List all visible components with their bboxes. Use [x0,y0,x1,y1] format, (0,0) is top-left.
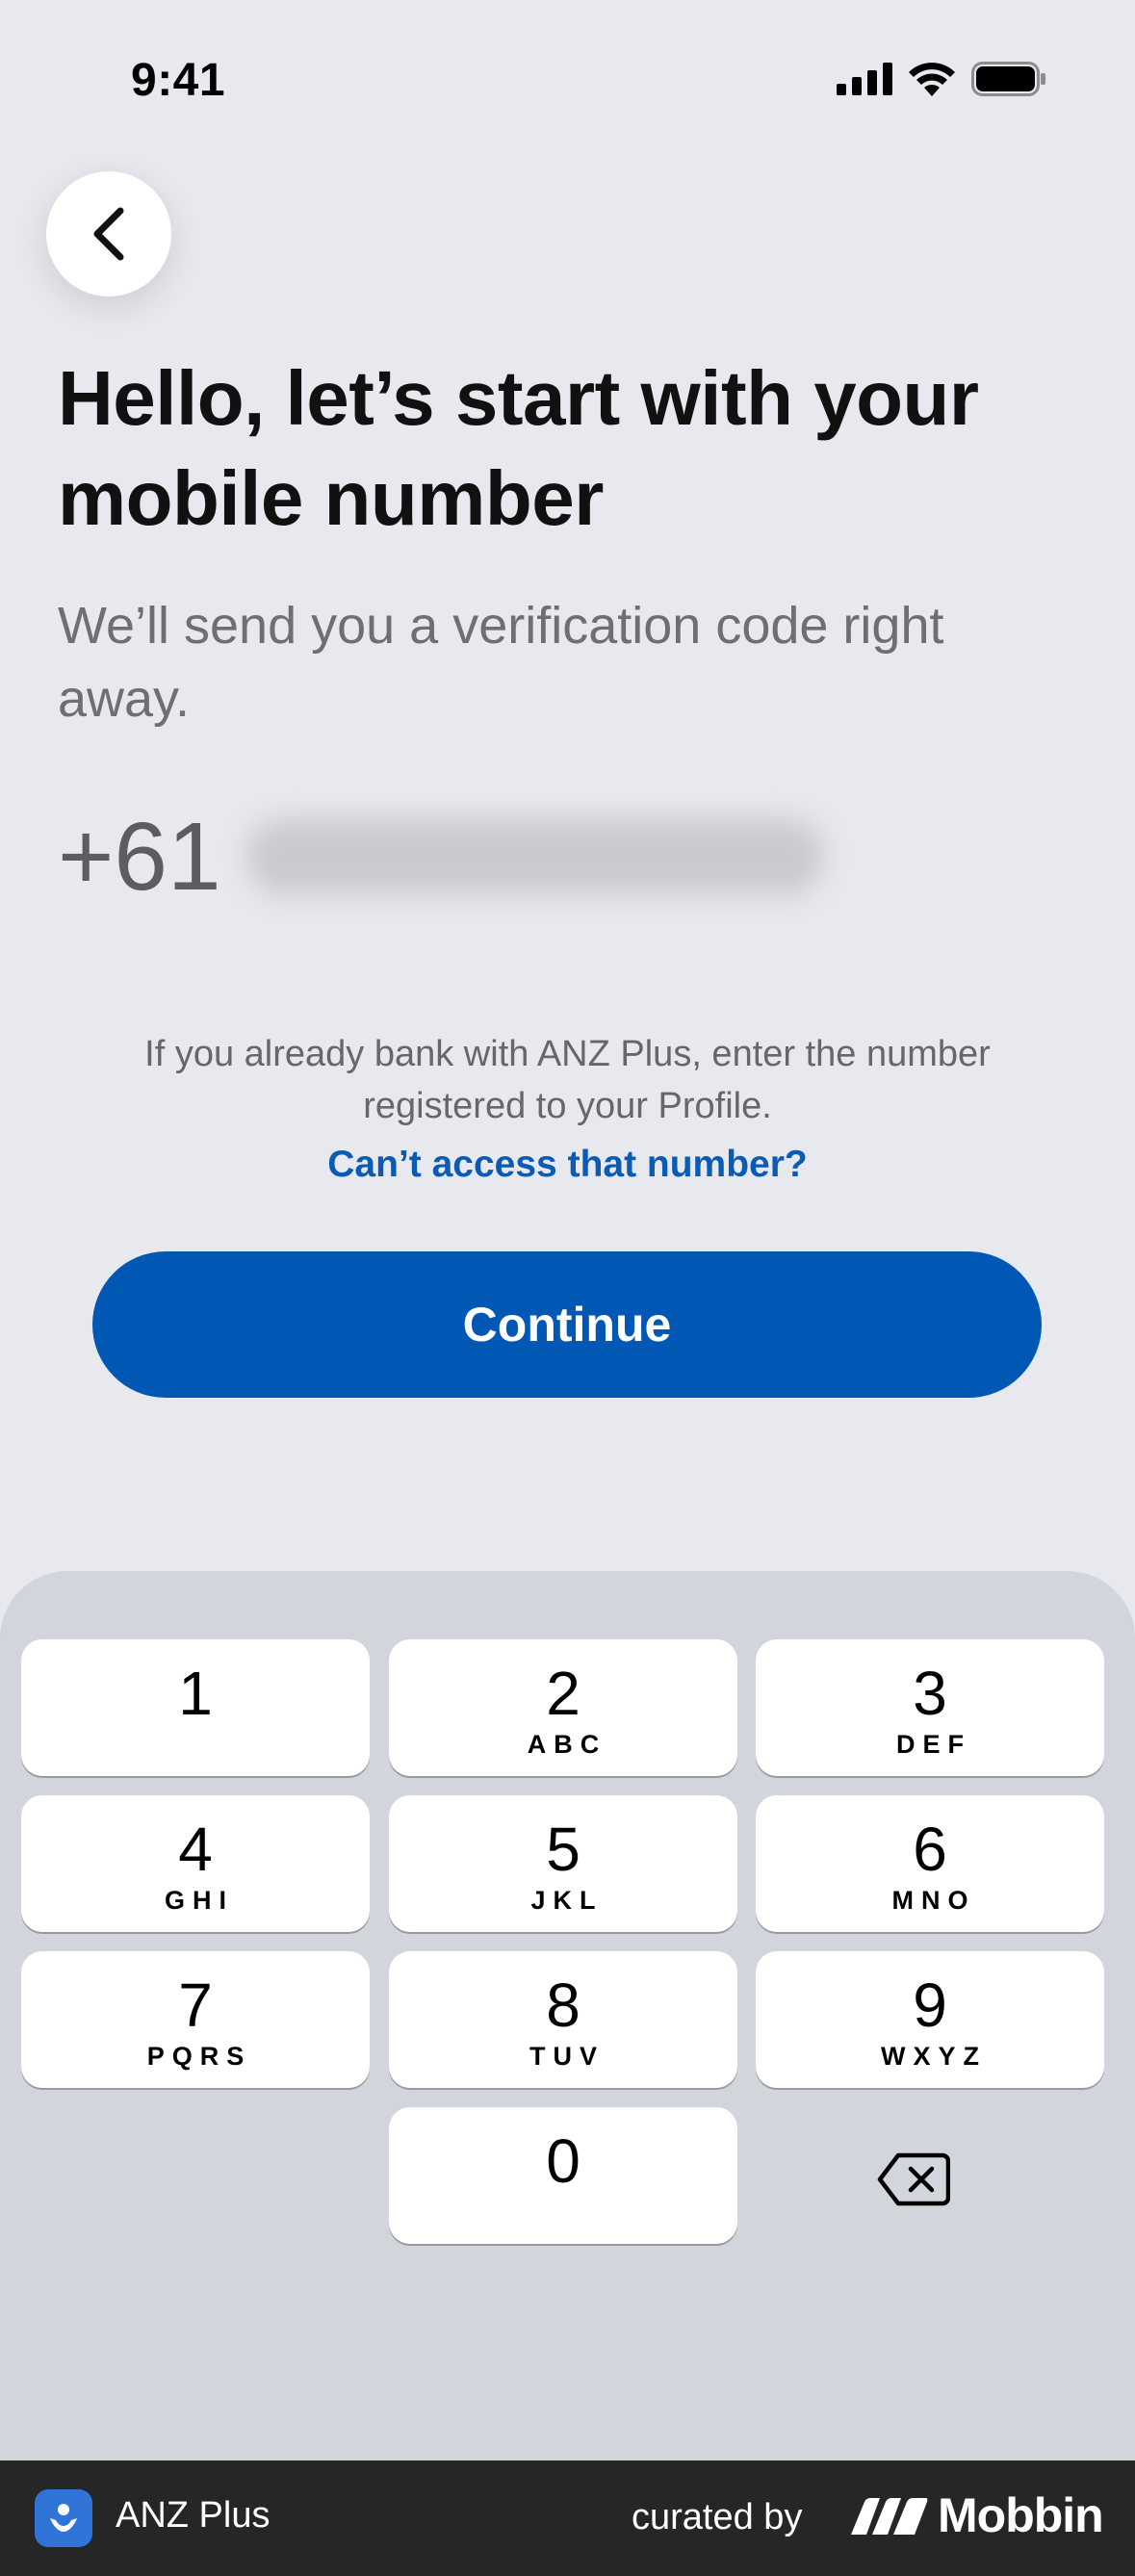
key-digit: 4 [178,1815,213,1884]
key-9[interactable]: 9 WXYZ [756,1951,1104,2088]
mobbin-brand: Mobbin [851,2487,1104,2543]
mobbin-logo-icon [851,2498,928,2535]
key-8[interactable]: 8 TUV [389,1951,737,2088]
key-6[interactable]: 6 MNO [756,1795,1104,1932]
key-digit: 8 [546,1971,580,2040]
key-letters: TUV [529,2042,605,2071]
status-time: 9:41 [131,55,226,106]
key-letters: WXYZ [881,2042,987,2071]
key-digit: 2 [546,1659,580,1728]
key-letters: ABC [527,1730,607,1759]
cellular-signal-icon [837,63,892,95]
existing-customer-info: If you already bank with ANZ Plus, enter… [144,1034,991,1126]
key-digit: 3 [913,1659,947,1728]
continue-button[interactable]: Continue [92,1251,1042,1398]
key-digit: 7 [178,1971,213,2040]
key-4[interactable]: 4 GHI [21,1795,370,1932]
key-digit: 9 [913,1971,947,2040]
page-subtitle: We’ll send you a verification code right… [58,597,944,728]
key-letters: DEF [896,1730,971,1759]
mobbin-wordmark: Mobbin [938,2488,1104,2542]
key-0[interactable]: 0 [389,2107,737,2244]
wifi-icon [909,63,955,96]
app-name: ANZ Plus [116,2495,271,2536]
backspace-icon [877,2152,950,2206]
key-digit: 5 [546,1815,580,1884]
battery-icon [971,62,1045,96]
cant-access-number-link[interactable]: Can’t access that number? [87,1144,1048,1186]
status-icons [837,62,1046,96]
footer-bar: ANZ Plus curated by Mobbin [0,2460,1135,2576]
back-button[interactable] [46,171,171,296]
key-digit: 1 [178,1659,213,1728]
anz-plus-logo-icon [35,2489,92,2547]
key-digit: 6 [913,1815,947,1884]
key-1[interactable]: 1 [21,1639,370,1776]
curated-by-label: curated by [632,2497,803,2537]
key-2[interactable]: 2 ABC [389,1639,737,1776]
key-5[interactable]: 5 JKL [389,1795,737,1932]
key-letters: GHI [164,1886,234,1915]
key-letters: MNO [891,1886,976,1915]
key-letters: JKL [530,1886,604,1915]
key-letters: PQRS [146,2042,252,2071]
chevron-left-icon [93,207,124,261]
phone-number-obscured [245,818,824,895]
key-digit: 0 [546,2126,580,2196]
key-7[interactable]: 7 PQRS [21,1951,370,2088]
country-code: +61 [58,802,221,911]
phone-number-field[interactable]: +61 [58,799,824,914]
page-title: Hello, let’s start with your mobile numb… [58,355,979,541]
status-bar: 9:41 [0,0,1135,168]
key-3[interactable]: 3 DEF [756,1639,1104,1776]
delete-key[interactable] [861,2141,967,2218]
